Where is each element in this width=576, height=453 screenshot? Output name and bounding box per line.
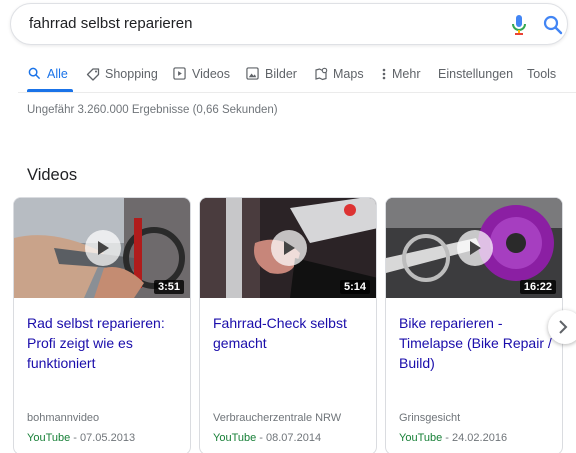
tab-tools[interactable]: Tools: [527, 60, 556, 88]
tab-label: Bilder: [265, 67, 297, 81]
divider: [18, 92, 576, 93]
video-date: - 07.05.2013: [70, 432, 136, 444]
search-icon: [28, 67, 42, 81]
video-thumbnail[interactable]: 3:51: [14, 198, 190, 298]
result-stats: Ungefähr 3.260.000 Ergebnisse (0,66 Seku…: [27, 104, 278, 116]
more-vert-icon: [381, 67, 389, 81]
play-button[interactable]: [271, 230, 307, 266]
tab-videos[interactable]: Videos: [173, 60, 230, 88]
image-icon: [246, 67, 260, 81]
tab-label: Alle: [47, 67, 68, 81]
search-icon[interactable]: [543, 15, 563, 35]
tab-label: Videos: [192, 67, 230, 81]
video-platform: YouTube: [213, 432, 257, 444]
video-duration: 3:51: [153, 280, 184, 294]
tab-settings[interactable]: Einstellungen: [438, 60, 513, 88]
video-meta: YouTube - 08.07.2014: [213, 432, 321, 444]
tag-icon: [86, 67, 100, 81]
play-square-icon: [173, 67, 187, 81]
play-icon: [470, 241, 481, 255]
video-card[interactable]: 16:22 Bike reparieren - Timelapse (Bike …: [385, 197, 563, 453]
video-platform: YouTube: [27, 432, 71, 444]
search-tabs: Alle Shopping Videos Bilder Maps Mehr Ei…: [0, 60, 576, 92]
tab-label: Mehr: [392, 67, 421, 81]
video-channel: Grinsgesicht: [399, 412, 461, 424]
microphone-icon[interactable]: [509, 13, 529, 37]
tab-more[interactable]: Mehr: [381, 60, 420, 88]
tab-label: Shopping: [105, 67, 158, 81]
video-title-link[interactable]: Rad selbst reparieren: Profi zeigt wie e…: [27, 313, 182, 373]
search-input[interactable]: fahrrad selbst reparieren: [29, 15, 192, 32]
videos-section-title: Videos: [27, 166, 78, 184]
video-channel: bohmannvideo: [27, 412, 100, 424]
video-card[interactable]: 3:51 Rad selbst reparieren: Profi zeigt …: [13, 197, 191, 453]
video-title-link[interactable]: Fahrrad-Check selbst gemacht: [213, 313, 368, 353]
tab-label: Tools: [527, 67, 557, 81]
map-pin-icon: [314, 67, 328, 81]
tab-shopping[interactable]: Shopping: [86, 60, 158, 88]
video-card[interactable]: 5:14 Fahrrad-Check selbst gemacht Verbra…: [199, 197, 377, 453]
video-channel: Verbraucherzentrale NRW: [213, 412, 342, 424]
tab-label: Einstellungen: [438, 67, 514, 81]
tab-images[interactable]: Bilder: [246, 60, 297, 88]
video-date: - 08.07.2014: [256, 432, 322, 444]
search-bar[interactable]: fahrrad selbst reparieren: [10, 3, 568, 45]
video-date: - 24.02.2016: [442, 432, 508, 444]
video-title-link[interactable]: Bike reparieren - Timelapse (Bike Repair…: [399, 313, 554, 373]
video-platform: YouTube: [399, 432, 443, 444]
play-icon: [284, 241, 295, 255]
video-thumbnail[interactable]: 16:22: [386, 198, 562, 298]
carousel-next-button[interactable]: [548, 310, 576, 344]
play-icon: [98, 241, 109, 255]
play-button[interactable]: [457, 230, 493, 266]
video-meta: YouTube - 24.02.2016: [399, 432, 507, 444]
video-meta: YouTube - 07.05.2013: [27, 432, 135, 444]
video-duration: 16:22: [519, 280, 556, 294]
play-button[interactable]: [85, 230, 121, 266]
chevron-right-icon: [559, 320, 568, 334]
tab-all[interactable]: Alle: [28, 60, 68, 88]
tab-maps[interactable]: Maps: [314, 60, 364, 88]
video-thumbnail[interactable]: 5:14: [200, 198, 376, 298]
tab-label: Maps: [333, 67, 364, 81]
video-duration: 5:14: [339, 280, 370, 294]
